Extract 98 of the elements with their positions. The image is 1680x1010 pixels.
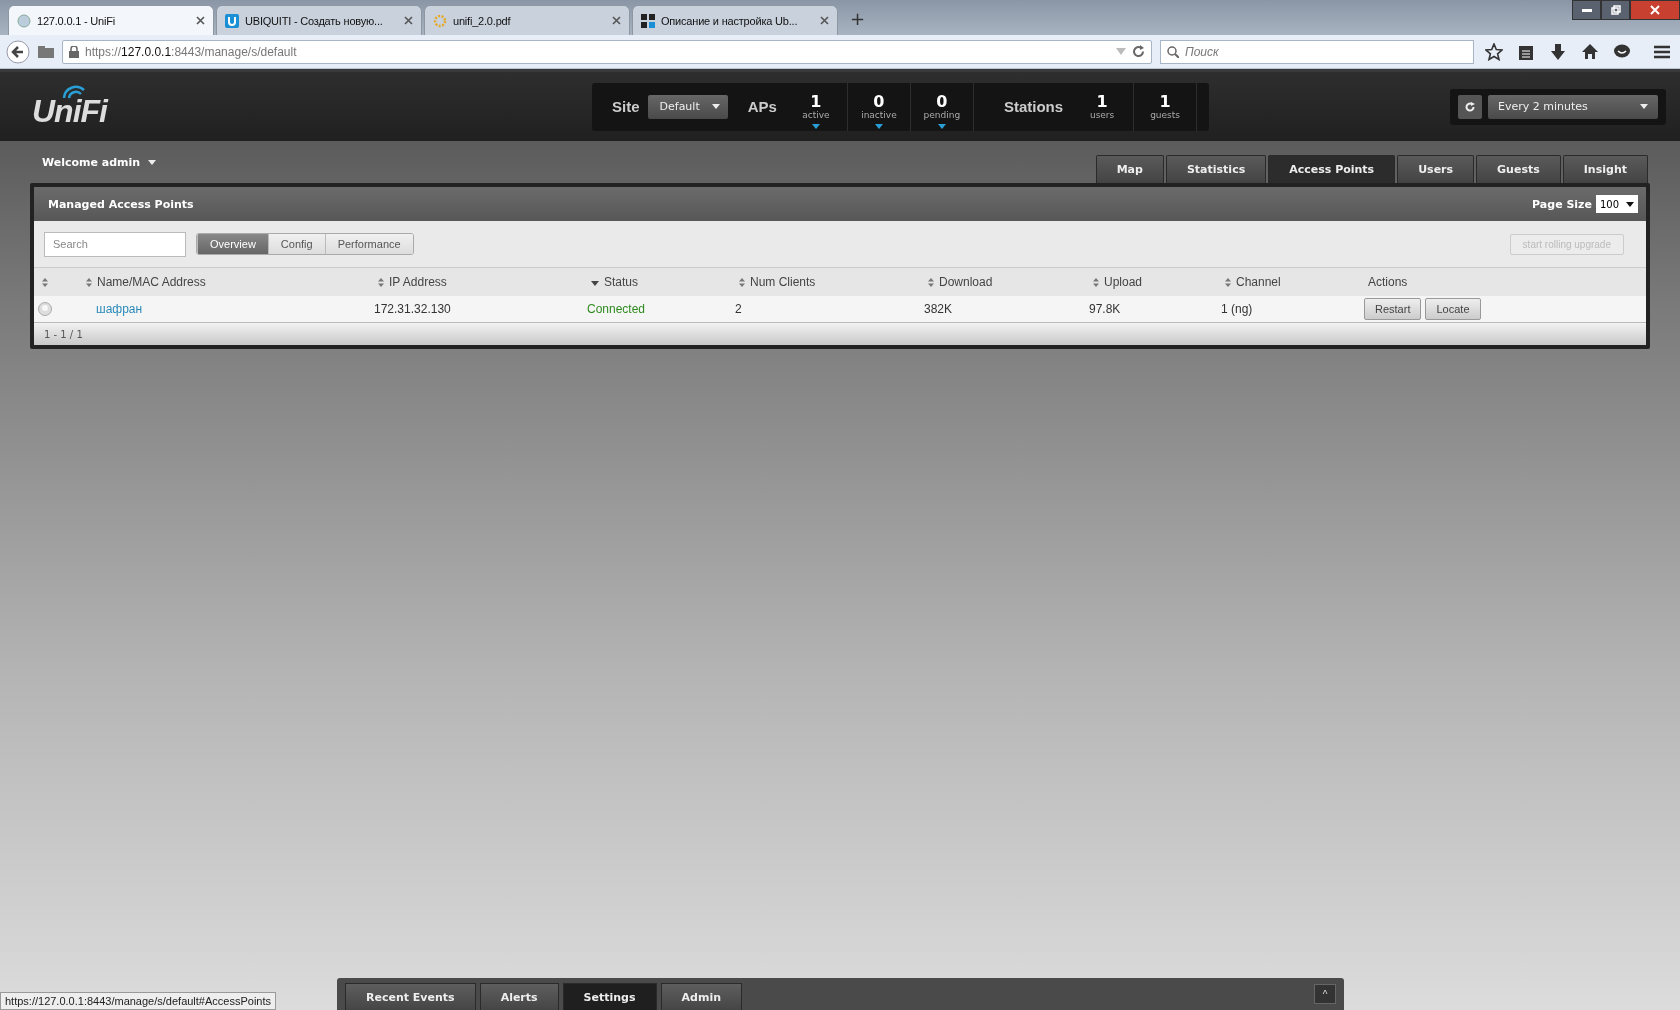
sort-icon[interactable] — [739, 277, 745, 287]
count-label: active — [802, 109, 830, 120]
unifi-logo: UniFi — [32, 92, 110, 129]
count-value: 1 — [1159, 93, 1171, 110]
page-size-label: Page Size — [1532, 197, 1592, 211]
close-icon[interactable] — [404, 16, 413, 25]
bottom-tab[interactable]: Recent Events — [345, 983, 476, 1010]
lock-icon — [69, 45, 79, 58]
refresh-icon — [1465, 101, 1475, 112]
aps-label: APs — [746, 98, 778, 115]
refresh-button[interactable] — [1458, 94, 1482, 119]
u-logo-icon — [225, 13, 239, 28]
pager-text: 1 - 1 / 1 — [34, 323, 1646, 345]
caret-icon — [148, 159, 157, 165]
restore-icon — [1610, 5, 1621, 15]
folder-icon[interactable] — [38, 45, 54, 58]
column-header[interactable]: IP Address — [389, 275, 447, 289]
column-header[interactable]: Num Clients — [750, 275, 816, 289]
nav-tab[interactable]: Guests — [1476, 155, 1561, 183]
bottom-tab[interactable]: Settings — [562, 983, 657, 1010]
count-label: inactive — [861, 109, 897, 120]
welcome-menu[interactable]: Welcome admin — [42, 155, 157, 169]
wifi-arc-icon — [62, 84, 86, 99]
browser-tab[interactable]: UBIQUITI - Создать новую... — [216, 5, 422, 35]
site-label: Site — [611, 98, 641, 115]
column-header[interactable]: Status — [604, 275, 639, 289]
column-header[interactable]: Upload — [1104, 275, 1143, 289]
search-field[interactable]: Search — [44, 231, 186, 257]
globe-icon — [17, 13, 31, 28]
caret-icon — [1640, 104, 1648, 109]
expand-icon[interactable] — [937, 123, 946, 129]
sort-icon[interactable] — [378, 277, 384, 287]
nav-tab[interactable]: Map — [1095, 155, 1164, 183]
nav-tab[interactable]: Access Points — [1268, 155, 1396, 183]
table-cell-text: 172.31.32.130 — [374, 302, 452, 316]
count-label: pending — [923, 109, 961, 120]
count-value: 1 — [810, 93, 822, 110]
view-tab[interactable]: Config — [267, 234, 325, 254]
gear-icon — [433, 13, 447, 28]
sort-icon[interactable] — [1093, 277, 1099, 287]
close-button[interactable] — [1630, 0, 1680, 20]
count-value: 0 — [873, 93, 885, 110]
count-value: 0 — [936, 93, 948, 110]
close-icon — [1650, 5, 1660, 15]
view-tab[interactable]: Overview — [197, 234, 268, 254]
sort-icon[interactable] — [86, 277, 92, 287]
minimize-button[interactable] — [1572, 0, 1601, 20]
search-icon — [1167, 45, 1179, 58]
column-header[interactable]: Channel — [1236, 275, 1281, 289]
column-header[interactable]: Download — [939, 275, 993, 289]
nav-tab[interactable]: Statistics — [1165, 155, 1267, 183]
device-icon — [38, 302, 52, 316]
action-button[interactable]: Restart — [1364, 298, 1422, 320]
bottom-tab[interactable]: Admin — [660, 983, 742, 1010]
close-icon[interactable] — [196, 16, 205, 25]
device-name-link[interactable]: шафран — [96, 302, 374, 316]
expand-icon[interactable] — [874, 123, 883, 129]
address-bar[interactable]: https://127.0.0.1:8443/manage/s/default — [62, 39, 1152, 64]
browser-tab[interactable]: 127.0.0.1 - UniFi — [8, 5, 214, 35]
status-text: Connected — [587, 302, 647, 316]
expand-icon[interactable] — [811, 123, 820, 129]
table-cell-text: 2 — [735, 302, 743, 316]
count-label: users — [1089, 109, 1115, 120]
count-value: 1 — [1096, 93, 1108, 110]
table-cell-text: 97.8K — [1089, 302, 1122, 316]
reload-icon[interactable] — [1132, 45, 1145, 58]
restore-button[interactable] — [1601, 0, 1630, 20]
page-size-select[interactable]: 100 — [1596, 195, 1638, 213]
browser-tab[interactable]: Описание и настройка Ub... — [632, 5, 838, 35]
column-header[interactable]: Actions — [1368, 275, 1408, 289]
site-select[interactable]: Default — [647, 94, 728, 119]
new-tab-button[interactable]: + — [840, 8, 876, 35]
table-cell-text: 382K — [924, 302, 954, 316]
nav-tab[interactable]: Users — [1397, 155, 1475, 183]
nav-tab[interactable]: Insight — [1562, 155, 1648, 183]
stations-label: Stations — [1002, 98, 1065, 115]
browser-tab[interactable]: unifi_2.0.pdf — [424, 5, 630, 35]
grid-icon — [641, 13, 655, 28]
action-button[interactable]: Locate — [1425, 298, 1481, 320]
column-header[interactable]: Name/MAC Address — [97, 275, 206, 289]
sort-icon[interactable] — [928, 277, 934, 287]
collapse-button[interactable]: ^ — [1314, 984, 1336, 1004]
minimize-icon — [1581, 8, 1592, 12]
panel-title: Managed Access Points — [48, 197, 194, 211]
table-cell-text: 1 (ng) — [1221, 302, 1254, 316]
bottom-tab[interactable]: Alerts — [479, 983, 559, 1010]
back-icon[interactable] — [6, 39, 30, 64]
caret-icon — [711, 104, 720, 109]
caret-icon — [1626, 201, 1634, 207]
sort-icon[interactable] — [1225, 277, 1231, 287]
status-url: https://127.0.0.1:8443/manage/s/default#AccessPoints — [0, 992, 276, 1010]
view-tab[interactable]: Performance — [324, 234, 413, 254]
count-label: guests — [1150, 109, 1181, 120]
close-icon[interactable] — [820, 16, 829, 25]
sort-icon[interactable] — [42, 277, 48, 287]
refresh-interval-select[interactable]: Every 2 minutes — [1488, 94, 1658, 119]
search-field[interactable]: Поиск — [1160, 39, 1474, 64]
close-icon[interactable] — [612, 16, 621, 25]
